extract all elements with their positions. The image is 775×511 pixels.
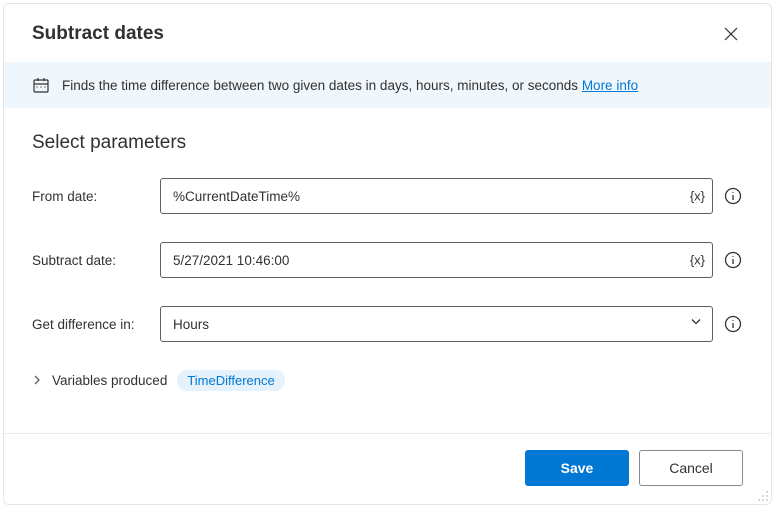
from-date-row: From date: {x}	[32, 178, 743, 214]
get-difference-label: Get difference in:	[32, 317, 160, 332]
subtract-date-input[interactable]	[160, 242, 713, 278]
info-text: Finds the time difference between two gi…	[62, 78, 638, 93]
from-date-info-button[interactable]	[723, 186, 743, 206]
variables-produced-row: Variables produced TimeDifference	[32, 370, 743, 391]
dialog-body: Select parameters From date: {x} Subtrac…	[4, 108, 771, 433]
get-difference-info-button[interactable]	[723, 314, 743, 334]
subtract-date-info-button[interactable]	[723, 250, 743, 270]
section-title: Select parameters	[32, 132, 743, 154]
close-icon	[724, 27, 738, 41]
dialog-title: Subtract dates	[32, 23, 164, 45]
info-icon	[724, 251, 742, 269]
info-bar: Finds the time difference between two gi…	[4, 62, 771, 108]
calendar-icon	[32, 76, 50, 94]
from-date-label: From date:	[32, 189, 160, 204]
subtract-dates-dialog: Subtract dates Finds the time difference…	[3, 3, 772, 505]
info-icon	[724, 187, 742, 205]
close-button[interactable]	[719, 22, 743, 46]
variables-expand-toggle[interactable]	[32, 374, 42, 388]
subtract-date-label: Subtract date:	[32, 253, 160, 268]
dialog-header: Subtract dates	[4, 4, 771, 62]
get-difference-select[interactable]	[160, 306, 713, 342]
variables-produced-label: Variables produced	[52, 373, 167, 388]
more-info-link[interactable]: More info	[582, 78, 638, 93]
cancel-button[interactable]: Cancel	[639, 450, 743, 486]
variable-badge[interactable]: TimeDifference	[177, 370, 284, 391]
resize-grip-icon[interactable]	[757, 490, 769, 502]
chevron-right-icon	[32, 375, 42, 385]
from-date-input[interactable]	[160, 178, 713, 214]
get-difference-row: Get difference in:	[32, 306, 743, 342]
variable-picker-button[interactable]: {x}	[690, 253, 705, 268]
dialog-footer: Save Cancel	[4, 434, 771, 504]
save-button[interactable]: Save	[525, 450, 629, 486]
variable-picker-button[interactable]: {x}	[690, 189, 705, 204]
subtract-date-row: Subtract date: {x}	[32, 242, 743, 278]
info-icon	[724, 315, 742, 333]
